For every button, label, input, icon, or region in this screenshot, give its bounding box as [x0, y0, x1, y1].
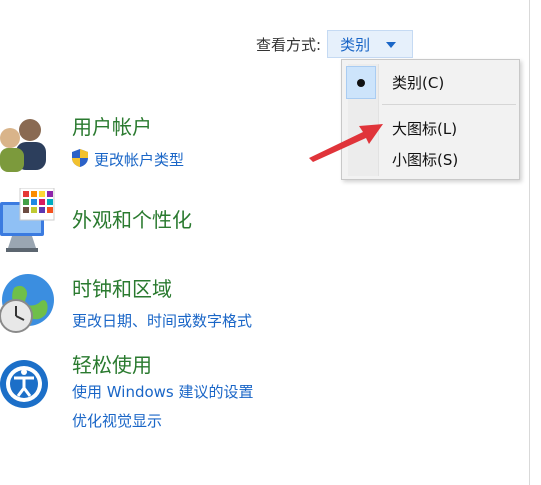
- ease-of-access-icon: [0, 350, 52, 418]
- red-arrow-icon: [305, 118, 385, 162]
- link-change-date-time-format[interactable]: 更改日期、时间或数字格式: [72, 310, 252, 331]
- window-right-border: [529, 0, 530, 485]
- clock-globe-icon: [0, 270, 56, 338]
- category-title-user-accounts[interactable]: 用户帐户: [72, 111, 152, 140]
- menu-item-category[interactable]: 类别(C): [392, 72, 444, 93]
- view-by-dropdown[interactable]: 类别: [327, 30, 414, 58]
- link-use-windows-recommended[interactable]: 使用 Windows 建议的设置: [72, 381, 254, 402]
- category-title-clock-region[interactable]: 时钟和区域: [72, 273, 172, 302]
- uac-shield-icon: [71, 148, 89, 168]
- link-change-account-type[interactable]: 更改帐户类型: [94, 149, 184, 170]
- category-title-ease-of-access[interactable]: 轻松使用: [72, 349, 152, 378]
- users-icon: [0, 112, 52, 174]
- view-by-selected: 类别: [340, 35, 371, 54]
- link-optimize-visual-display[interactable]: 优化视觉显示: [72, 410, 162, 431]
- view-by-label: 查看方式:: [256, 35, 322, 54]
- view-by-control: 查看方式: 类别: [256, 30, 414, 58]
- category-title-appearance[interactable]: 外观和个性化: [72, 204, 192, 233]
- chevron-down-icon: [386, 42, 397, 48]
- menu-item-large-icons[interactable]: 大图标(L): [392, 118, 457, 139]
- menu-item-small-icons[interactable]: 小图标(S): [392, 149, 458, 170]
- menu-separator: [382, 104, 516, 105]
- radio-check-icon: [346, 66, 376, 99]
- monitor-palette-icon: [0, 188, 60, 258]
